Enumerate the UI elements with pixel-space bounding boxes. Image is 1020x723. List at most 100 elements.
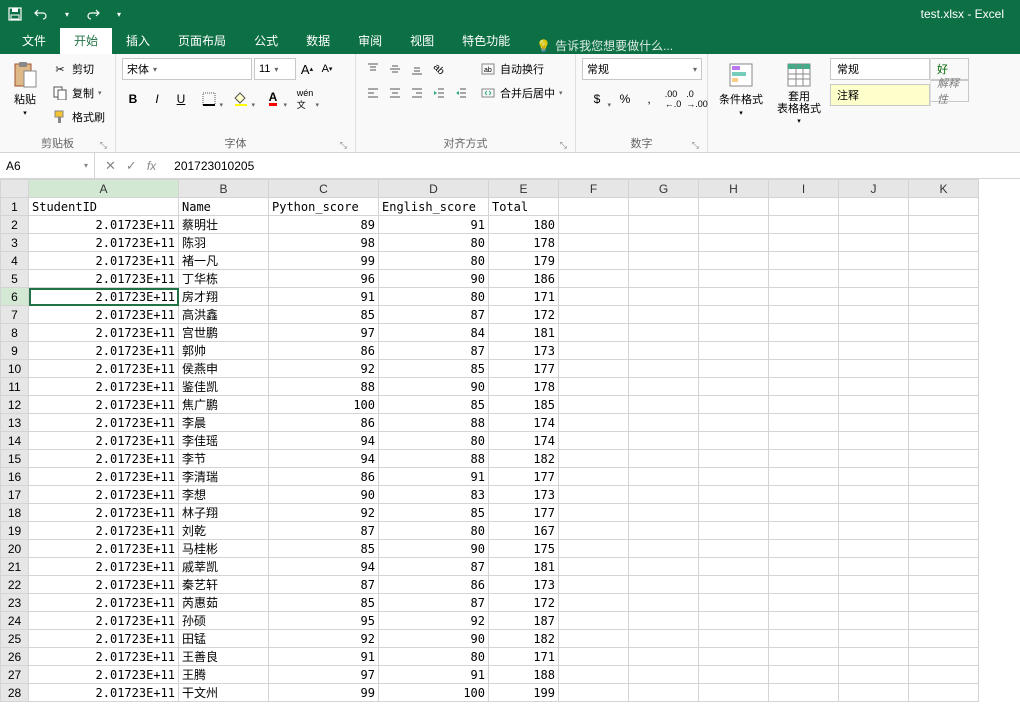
cell[interactable] — [769, 666, 839, 684]
cell[interactable] — [559, 396, 629, 414]
cell[interactable] — [629, 594, 699, 612]
cell[interactable] — [699, 504, 769, 522]
cell[interactable] — [559, 468, 629, 486]
qat-dropdown-icon[interactable]: ▾ — [58, 5, 76, 23]
align-middle-icon[interactable] — [384, 58, 406, 80]
cell[interactable]: 芮惠茹 — [179, 594, 269, 612]
cell[interactable]: 178 — [489, 378, 559, 396]
cell[interactable] — [839, 468, 909, 486]
cell[interactable] — [699, 288, 769, 306]
redo-icon[interactable] — [84, 5, 102, 23]
cell[interactable]: 2.01723E+11 — [29, 360, 179, 378]
cell[interactable] — [699, 234, 769, 252]
cell[interactable] — [769, 378, 839, 396]
tab-home[interactable]: 开始 — [60, 28, 112, 54]
cell[interactable] — [909, 324, 979, 342]
cell[interactable]: 182 — [489, 630, 559, 648]
launcher-icon[interactable]: ⤡ — [560, 140, 567, 151]
cell[interactable]: 鉴佳凯 — [179, 378, 269, 396]
cell[interactable]: 2.01723E+11 — [29, 378, 179, 396]
cell[interactable] — [909, 414, 979, 432]
cell[interactable] — [839, 252, 909, 270]
cell[interactable] — [629, 270, 699, 288]
cell[interactable] — [629, 360, 699, 378]
cell[interactable]: 林子翔 — [179, 504, 269, 522]
cell[interactable]: 171 — [489, 288, 559, 306]
cell[interactable]: 宫世鹏 — [179, 324, 269, 342]
cell[interactable]: 干文州 — [179, 684, 269, 702]
cell[interactable] — [839, 360, 909, 378]
align-right-icon[interactable] — [406, 82, 428, 104]
cell[interactable] — [699, 414, 769, 432]
undo-icon[interactable] — [32, 5, 50, 23]
cell[interactable]: 100 — [269, 396, 379, 414]
cell[interactable]: 94 — [269, 558, 379, 576]
cell[interactable] — [839, 684, 909, 702]
cell[interactable]: 99 — [269, 684, 379, 702]
cell[interactable] — [839, 288, 909, 306]
cell[interactable]: 80 — [379, 648, 489, 666]
decrease-font-icon[interactable]: A▾ — [318, 58, 336, 80]
cell[interactable]: 92 — [269, 360, 379, 378]
cell[interactable]: 84 — [379, 324, 489, 342]
cell[interactable] — [839, 342, 909, 360]
cell[interactable] — [909, 252, 979, 270]
cell[interactable]: 蔡明壮 — [179, 216, 269, 234]
cell[interactable]: 100 — [379, 684, 489, 702]
cell[interactable] — [909, 504, 979, 522]
cell[interactable] — [559, 612, 629, 630]
cell[interactable]: 94 — [269, 450, 379, 468]
cell[interactable] — [839, 504, 909, 522]
cell[interactable] — [769, 684, 839, 702]
row-header[interactable]: 8 — [1, 324, 29, 342]
cell[interactable] — [839, 270, 909, 288]
cell[interactable]: 97 — [269, 666, 379, 684]
cell[interactable] — [699, 378, 769, 396]
cell[interactable] — [699, 342, 769, 360]
cell[interactable] — [909, 468, 979, 486]
cell[interactable] — [769, 504, 839, 522]
cell[interactable] — [839, 414, 909, 432]
cell[interactable] — [699, 684, 769, 702]
launcher-icon[interactable]: ⤡ — [692, 140, 699, 151]
cell[interactable] — [909, 450, 979, 468]
cell[interactable]: 85 — [269, 540, 379, 558]
cell[interactable] — [699, 270, 769, 288]
cell[interactable] — [629, 630, 699, 648]
cell[interactable] — [699, 558, 769, 576]
tab-feature[interactable]: 特色功能 — [448, 28, 524, 54]
cell[interactable]: 185 — [489, 396, 559, 414]
col-header-H[interactable]: H — [699, 180, 769, 198]
cell[interactable] — [629, 540, 699, 558]
cell[interactable] — [839, 612, 909, 630]
cell[interactable] — [559, 252, 629, 270]
row-header[interactable]: 12 — [1, 396, 29, 414]
cell[interactable] — [559, 648, 629, 666]
cell[interactable] — [839, 396, 909, 414]
cell[interactable] — [699, 396, 769, 414]
cell[interactable] — [909, 234, 979, 252]
cell[interactable] — [699, 594, 769, 612]
cell[interactable]: 80 — [379, 288, 489, 306]
cell[interactable]: 88 — [269, 378, 379, 396]
cell[interactable]: 2.01723E+11 — [29, 666, 179, 684]
cell[interactable] — [699, 612, 769, 630]
orientation-icon[interactable]: ab — [428, 58, 450, 80]
col-header-G[interactable]: G — [629, 180, 699, 198]
cell[interactable] — [839, 576, 909, 594]
cell[interactable]: 2.01723E+11 — [29, 270, 179, 288]
cell[interactable]: 85 — [379, 396, 489, 414]
cell[interactable] — [629, 198, 699, 216]
cell[interactable] — [629, 576, 699, 594]
cell[interactable] — [559, 360, 629, 378]
cell[interactable] — [559, 270, 629, 288]
cell[interactable]: 86 — [379, 576, 489, 594]
cell[interactable] — [909, 522, 979, 540]
cell[interactable] — [769, 216, 839, 234]
cell[interactable]: 80 — [379, 234, 489, 252]
cell[interactable] — [769, 306, 839, 324]
format-painter-button[interactable]: 格式刷 — [48, 106, 109, 128]
cell[interactable]: 181 — [489, 558, 559, 576]
cell[interactable]: 92 — [269, 504, 379, 522]
cell[interactable] — [769, 342, 839, 360]
